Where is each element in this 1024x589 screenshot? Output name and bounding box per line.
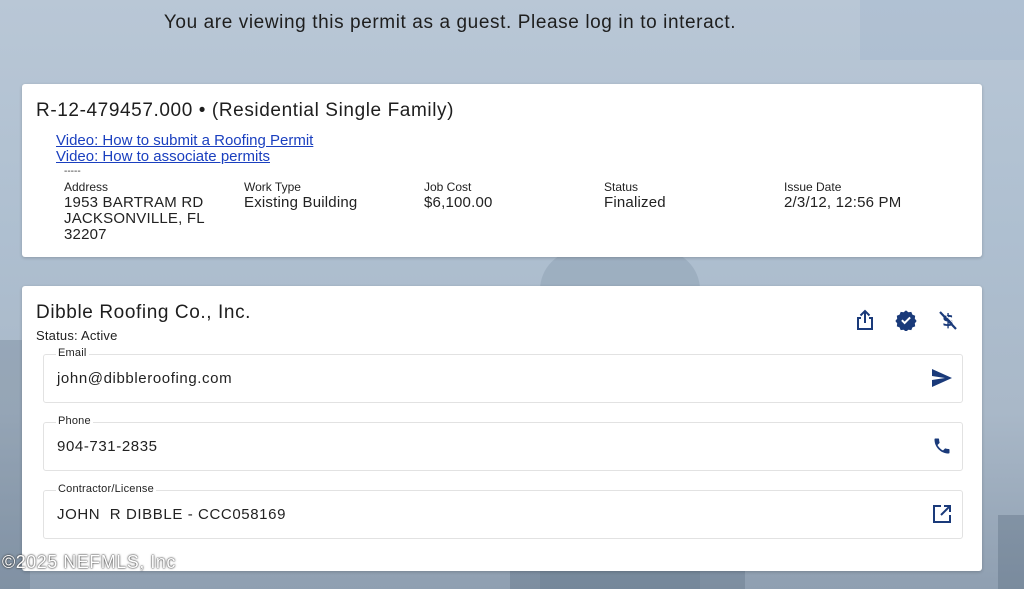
watermark: ©2025 NEFMLS, Inc: [2, 552, 176, 572]
work-type-label: Work Type: [244, 180, 301, 194]
issue-date-label: Issue Date: [784, 180, 842, 194]
field-job-cost: Job Cost $6,100.00: [424, 180, 604, 243]
field-work-type: Work Type Existing Building: [244, 180, 424, 243]
open-in-new-icon[interactable]: [930, 502, 954, 526]
license-field: Contractor/License JOHN R DIBBLE - CCC05…: [43, 483, 963, 539]
issue-date-value: 2/3/12, 12:56 PM: [784, 194, 902, 211]
license-label: Contractor/License: [56, 483, 156, 495]
phone-icon[interactable]: [930, 434, 954, 458]
work-type-value: Existing Building: [244, 194, 358, 211]
license-value: JOHN R DIBBLE - CCC058169: [57, 506, 287, 523]
video-links: Video: How to submit a Roofing Permit Vi…: [56, 133, 313, 165]
field-status: Status Finalized: [604, 180, 784, 243]
background-building-right: [998, 515, 1024, 589]
video-link-roofing-permit[interactable]: Video: How to submit a Roofing Permit: [56, 133, 313, 149]
address-value: 1953 BARTRAM RD JACKSONVILLE, FL 32207: [64, 195, 244, 243]
address-line-2: JACKSONVILLE, FL: [64, 210, 205, 227]
email-field: Email john@dibbleroofing.com: [43, 347, 963, 403]
contractor-name: Dibble Roofing Co., Inc.: [36, 302, 252, 323]
permit-fields: Address 1953 BARTRAM RD JACKSONVILLE, FL…: [64, 180, 964, 243]
verified-icon[interactable]: [894, 308, 918, 332]
address-label: Address: [64, 180, 109, 194]
phone-value: 904-731-2835: [57, 438, 158, 455]
share-icon[interactable]: [853, 308, 877, 332]
guest-banner: You are viewing this permit as a guest. …: [163, 12, 737, 33]
phone-label: Phone: [56, 415, 93, 427]
money-off-icon[interactable]: $: [936, 308, 960, 332]
email-label: Email: [56, 347, 89, 359]
contractor-card: Dibble Roofing Co., Inc. Status: Active …: [22, 286, 982, 571]
job-cost-value: $6,100.00: [424, 194, 493, 211]
status-label: Status: [604, 180, 639, 194]
permit-title: R-12-479457.000 • (Residential Single Fa…: [36, 100, 455, 121]
address-line-3: 32207: [64, 226, 107, 243]
permit-card: R-12-479457.000 • (Residential Single Fa…: [22, 84, 982, 257]
job-cost-label: Job Cost: [424, 180, 472, 194]
status-value: Finalized: [604, 194, 666, 211]
address-line-1: 1953 BARTRAM RD: [64, 194, 204, 211]
phone-field: Phone 904-731-2835: [43, 415, 963, 471]
field-issue-date: Issue Date 2/3/12, 12:56 PM: [784, 180, 964, 243]
field-address: Address 1953 BARTRAM RD JACKSONVILLE, FL…: [64, 180, 244, 243]
video-link-associate-permits[interactable]: Video: How to associate permits: [56, 149, 313, 165]
separator: -----: [64, 166, 81, 177]
email-value: john@dibbleroofing.com: [57, 370, 233, 387]
contractor-status: Status: Active: [36, 328, 118, 343]
send-icon[interactable]: [930, 366, 954, 390]
